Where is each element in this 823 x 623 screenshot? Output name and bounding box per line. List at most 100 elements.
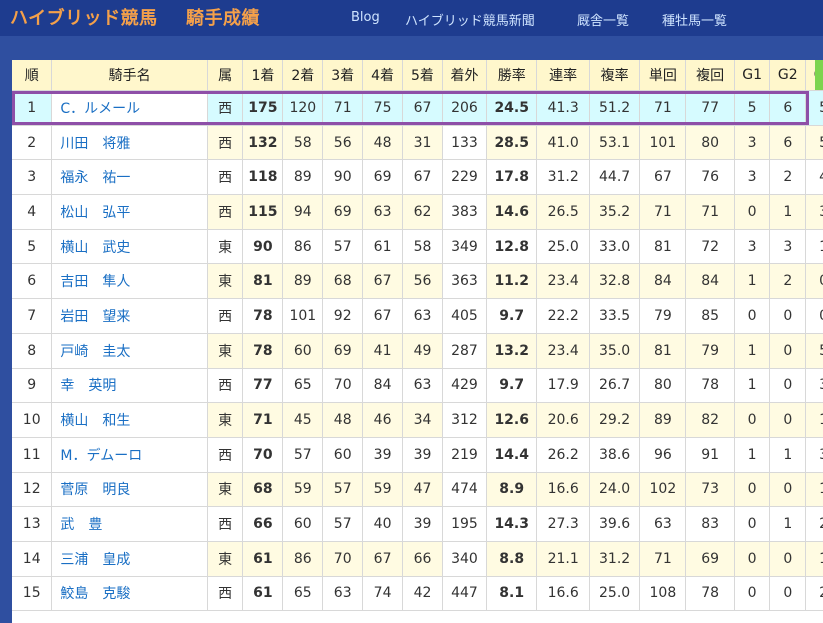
column-header[interactable]: 3着 bbox=[322, 60, 364, 91]
table-cell: 86 bbox=[282, 229, 324, 265]
table-cell: 3 bbox=[769, 229, 807, 265]
column-header[interactable]: 順 bbox=[12, 60, 53, 91]
table-cell: 447 bbox=[442, 576, 488, 612]
jockey-name-link[interactable]: 三浦 皇成 bbox=[51, 541, 208, 577]
table-cell: 39.6 bbox=[589, 506, 641, 542]
table-cell: 6 bbox=[769, 125, 807, 161]
column-header[interactable]: G1 bbox=[734, 60, 771, 91]
jockey-name-link[interactable]: 幸 英明 bbox=[51, 368, 208, 404]
jockey-name-link[interactable]: 松山 弘平 bbox=[51, 194, 208, 230]
table-cell: 71 bbox=[242, 402, 284, 438]
jockey-name-link[interactable]: C．ルメール bbox=[51, 90, 208, 126]
table-cell: 66 bbox=[242, 506, 284, 542]
jockey-name-link[interactable]: 川田 将雅 bbox=[51, 125, 208, 161]
jockey-name-link[interactable]: M．デムーロ bbox=[51, 437, 208, 473]
table-cell: 17.9 bbox=[536, 368, 590, 404]
table-cell: 57 bbox=[322, 472, 364, 508]
table-cell: 31 bbox=[402, 125, 443, 161]
column-header[interactable]: 着外 bbox=[442, 60, 488, 91]
table-cell: 81 bbox=[639, 333, 687, 369]
table-cell: 71 bbox=[685, 194, 735, 230]
table-header-row: 順騎手名属1着2着3着4着5着着外勝率連率複率単回複回G1G2G3 bbox=[12, 60, 823, 91]
table-row: 11 M．デムーロ西 70 57 60 39 39 219 14.4 26.2 38.6 96 91 1 1… bbox=[12, 437, 823, 473]
table-cell: 69 bbox=[685, 541, 735, 577]
table-cell: 3 bbox=[12, 159, 53, 196]
column-header[interactable]: 1着 bbox=[242, 60, 284, 91]
table-cell: 57 bbox=[322, 229, 364, 265]
page-title: 騎手成績 bbox=[186, 8, 260, 29]
table-cell: 1 bbox=[805, 229, 823, 265]
table-cell: 79 bbox=[639, 298, 687, 334]
table-cell: 1 bbox=[769, 194, 807, 230]
jockey-name-link[interactable]: 横山 和生 bbox=[51, 402, 208, 438]
table-cell: 0 bbox=[769, 333, 807, 369]
table-cell: 6 bbox=[12, 263, 53, 300]
table-cell: 89 bbox=[282, 159, 324, 196]
table-cell: 63 bbox=[362, 194, 404, 230]
site-title[interactable]: ハイブリッド競馬 bbox=[10, 4, 158, 30]
column-header[interactable]: 4着 bbox=[362, 60, 404, 91]
table-cell: 1 bbox=[805, 541, 823, 577]
table-cell: 38.6 bbox=[589, 437, 641, 473]
table-cell: 0 bbox=[769, 368, 807, 404]
table-cell: 56 bbox=[322, 125, 364, 161]
table-cell: 29.2 bbox=[589, 402, 641, 438]
jockey-name-link[interactable]: 吉田 隼人 bbox=[51, 263, 208, 300]
jockey-name-link[interactable]: 鮫島 克駿 bbox=[51, 576, 208, 612]
column-header[interactable]: 単回 bbox=[639, 60, 687, 91]
table-row: 1 C．ルメール西 175 120 71 75 67 206 24.5 41.3 51.2 71 77 5… bbox=[12, 90, 823, 126]
table-row: 2 川田 将雅西 132 58 56 48 31 133 28.5 41.0 53.1 101 80 3 6… bbox=[12, 125, 823, 161]
table-cell: 5 bbox=[805, 125, 823, 161]
column-header[interactable]: G2 bbox=[769, 60, 807, 91]
table-cell: 東 bbox=[207, 263, 244, 300]
nav-newspaper-link[interactable]: ハイブリッド競馬新聞 bbox=[405, 10, 535, 29]
column-header[interactable]: 騎手名 bbox=[51, 60, 208, 91]
jockey-name-link[interactable]: 福永 祐一 bbox=[51, 159, 208, 196]
table-cell: 68 bbox=[322, 263, 364, 300]
column-header[interactable]: 勝率 bbox=[486, 60, 538, 91]
jockey-name-link[interactable]: 岩田 望来 bbox=[51, 298, 208, 334]
column-header[interactable]: 2着 bbox=[282, 60, 324, 91]
table-cell: 1 bbox=[769, 437, 807, 473]
table-cell: 383 bbox=[442, 194, 488, 230]
table-cell: 84 bbox=[362, 368, 404, 404]
table-cell: 20.6 bbox=[536, 402, 590, 438]
jockey-name-link[interactable]: 菅原 明良 bbox=[51, 472, 208, 508]
nav-sire-list-link[interactable]: 種牡馬一覧 bbox=[662, 10, 727, 29]
table-row: 8戸崎 圭太東786069414928713.223.435.08179105 bbox=[12, 333, 823, 369]
table-cell: 3 bbox=[805, 437, 823, 473]
table-cell: 0 bbox=[769, 298, 807, 334]
column-header[interactable]: 5着 bbox=[402, 60, 443, 91]
jockey-name-link[interactable]: 武 豊 bbox=[51, 506, 208, 542]
table-cell: 76 bbox=[685, 159, 735, 196]
table-cell: 70 bbox=[322, 368, 364, 404]
column-header[interactable]: 連率 bbox=[536, 60, 590, 91]
table-cell: 6 bbox=[769, 90, 807, 126]
table-cell: 75 bbox=[362, 90, 404, 126]
table-cell: 84 bbox=[685, 263, 735, 300]
column-header[interactable]: 複率 bbox=[589, 60, 641, 91]
table-cell: 26.7 bbox=[589, 368, 641, 404]
table-cell: 10 bbox=[12, 402, 53, 438]
table-cell: 東 bbox=[207, 402, 244, 438]
table-cell: 67 bbox=[402, 90, 443, 126]
table-cell: 5 bbox=[805, 90, 823, 126]
table-cell: 40 bbox=[362, 506, 404, 542]
table-cell: 58 bbox=[282, 125, 324, 161]
table-cell: 16.6 bbox=[536, 472, 590, 508]
table-cell: 13 bbox=[12, 506, 53, 542]
column-header[interactable]: 複回 bbox=[685, 60, 735, 91]
jockey-name-link[interactable]: 横山 武史 bbox=[51, 229, 208, 265]
table-cell: 78 bbox=[685, 576, 735, 612]
nav-blog-link[interactable]: Blog bbox=[351, 10, 380, 25]
column-header[interactable]: 属 bbox=[207, 60, 244, 91]
nav-stable-list-link[interactable]: 厩舎一覧 bbox=[577, 10, 629, 29]
table-cell: 1 bbox=[734, 333, 771, 369]
table-cell: 35.2 bbox=[589, 194, 641, 230]
table-cell: 41.0 bbox=[536, 125, 590, 161]
table-cell: 12.6 bbox=[486, 402, 538, 438]
jockey-name-link[interactable]: 戸崎 圭太 bbox=[51, 333, 208, 369]
table-cell: 89 bbox=[639, 402, 687, 438]
table-cell: 60 bbox=[322, 437, 364, 473]
table-cell: 78 bbox=[685, 368, 735, 404]
